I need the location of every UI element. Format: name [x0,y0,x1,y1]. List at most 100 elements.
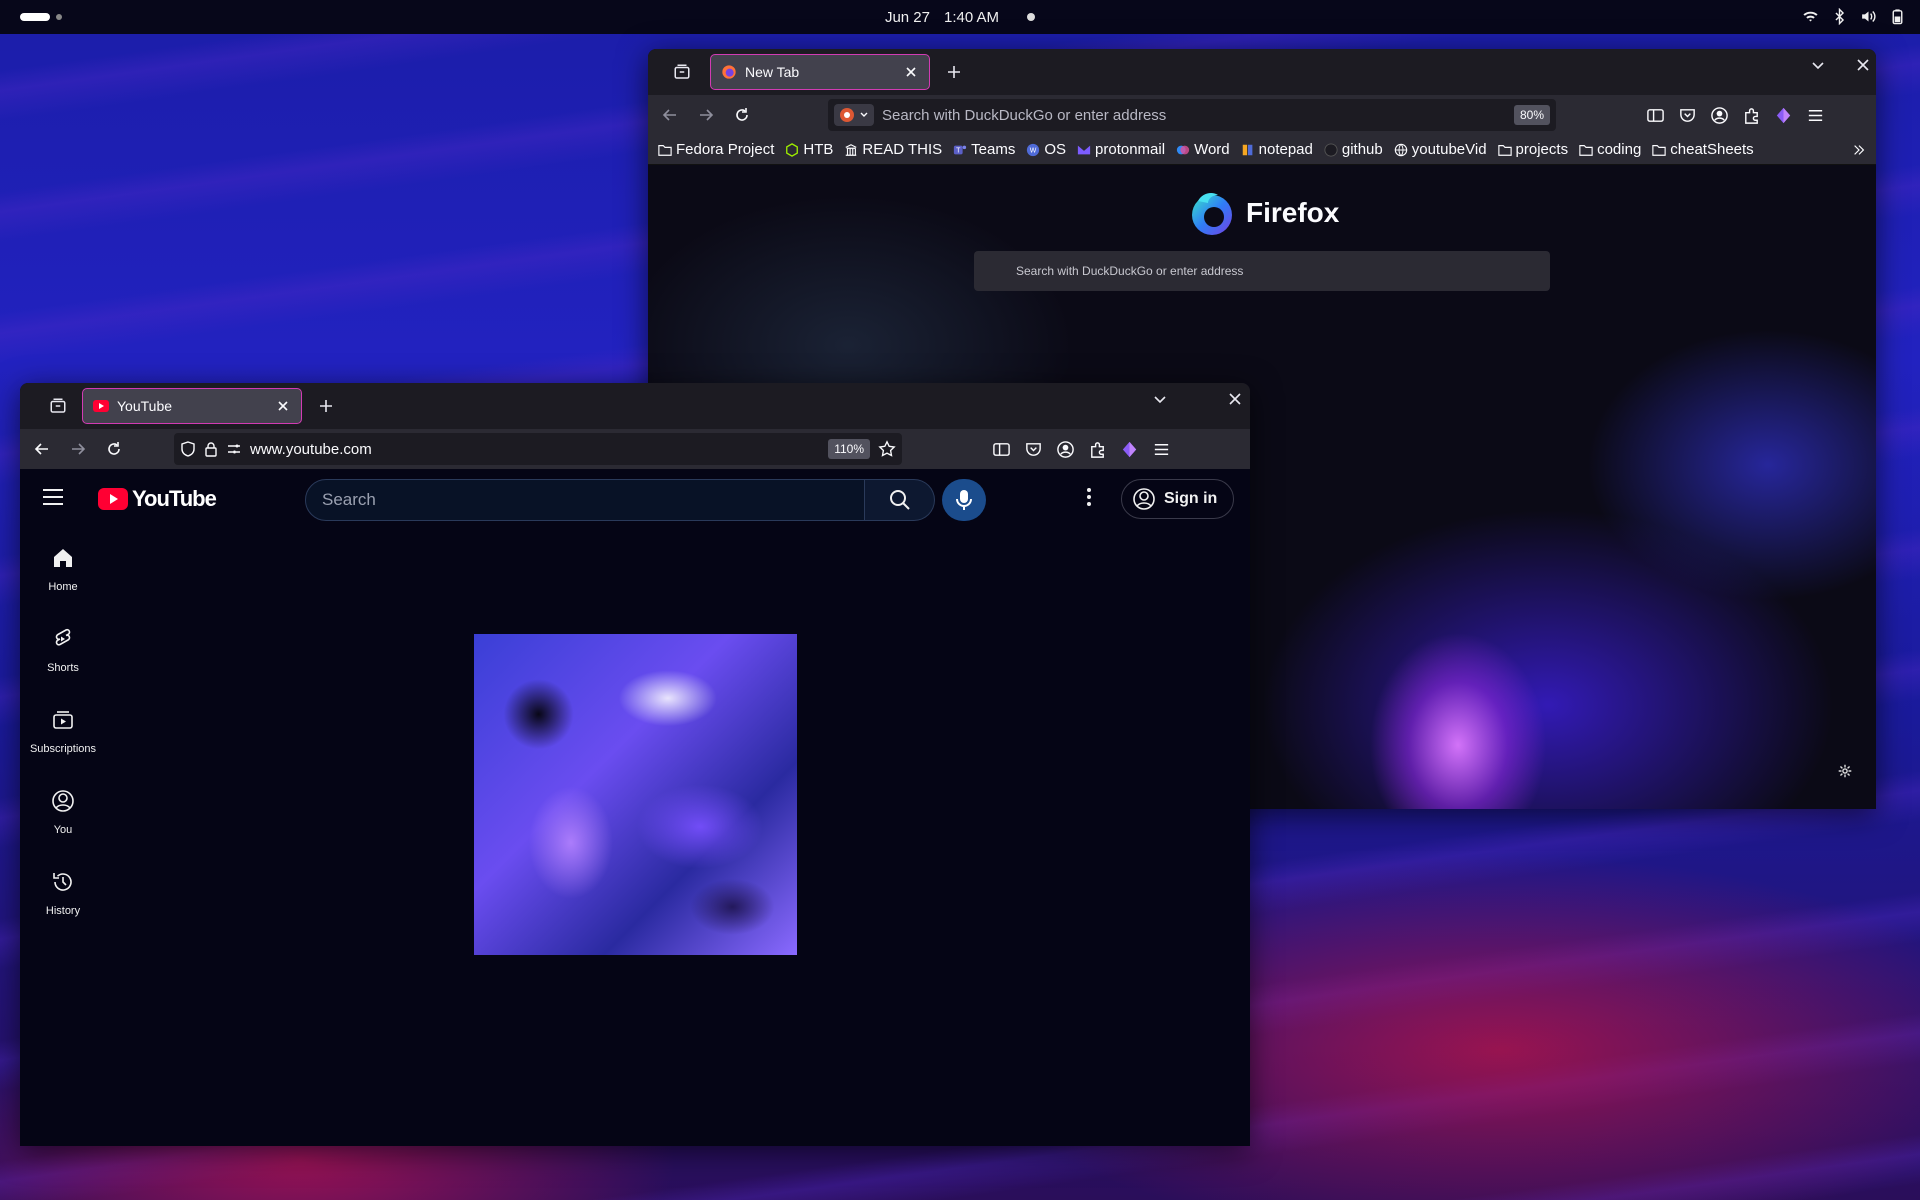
copilot-icon [1176,143,1190,157]
proton-extension-icon[interactable] [1774,106,1793,125]
bookmark-word[interactable]: Word [1176,141,1230,158]
close-tab-icon[interactable] [903,64,919,80]
bookmark-github[interactable]: github [1324,141,1383,158]
firefox-brand: Firefox [1188,189,1339,237]
chevron-down-icon [860,112,868,117]
new-tab-button[interactable] [310,390,342,422]
bookmark-read-this[interactable]: READ THIS [844,141,942,158]
close-tab-icon[interactable] [275,398,291,414]
workspace-indicator[interactable] [20,13,62,21]
system-tray[interactable] [1802,8,1906,25]
pocket-icon[interactable] [1678,106,1697,125]
bookmarks-overflow-chevron-icon[interactable] [1852,143,1866,157]
youtube-search-placeholder: Search [322,490,376,509]
account-icon[interactable] [1710,106,1729,125]
bookmarks-toolbar: Fedora Project HTB READ THIS T Teams W OS proto… [648,135,1876,165]
bookmark-coding[interactable]: coding [1579,141,1641,158]
sidebar-item-home[interactable]: Home [20,529,106,610]
tab-youtube[interactable]: YouTube [82,388,302,424]
voice-search-button[interactable] [942,479,986,521]
forward-button[interactable] [62,433,94,465]
tracking-protection-shield-icon[interactable] [180,441,196,457]
github-icon [1324,142,1338,157]
hamburger-menu-icon[interactable] [1806,106,1825,125]
bookmark-os[interactable]: W OS [1026,141,1066,158]
bookmark-teams[interactable]: T Teams [953,141,1015,158]
wordpress-icon: W [1026,143,1040,157]
sidebar-item-label: You [53,824,73,836]
newtab-settings-button[interactable] [1838,764,1852,783]
newtab-search-box[interactable]: Search with DuckDuckGo or enter address [974,251,1550,291]
more-vertical-icon [1087,488,1091,506]
zoom-reset-button[interactable]: 80% [1513,105,1550,125]
bookmark-cheatsheets[interactable]: cheatSheets [1652,141,1754,158]
bookmark-label: youtubeVid [1411,141,1487,158]
sidebar-item-shorts[interactable]: Shorts [20,610,106,691]
sidebar-item-history[interactable]: History [20,853,106,934]
pocket-icon[interactable] [1024,440,1043,459]
permissions-icon[interactable] [226,441,242,457]
chevron-down-icon [1154,396,1166,404]
sidebar-item-subscriptions[interactable]: Subscriptions [20,691,106,772]
firefox-wordmark: Firefox [1246,197,1340,228]
battery-icon [1892,9,1903,25]
bookmark-fedora-project[interactable]: Fedora Project [658,141,774,158]
tab-title: YouTube [117,398,173,414]
search-engine-button[interactable] [834,104,874,126]
newtab-search-placeholder: Search with DuckDuckGo or enter address [1016,264,1244,278]
account-icon[interactable] [1056,440,1075,459]
reload-button[interactable] [726,99,758,131]
back-button[interactable] [654,99,686,131]
tab-strip: YouTube [20,383,1250,429]
sign-in-button[interactable]: Sign in [1121,479,1235,519]
folder-icon [1579,143,1593,157]
tab-title: New Tab [745,64,800,80]
new-tab-button[interactable] [938,56,970,88]
bookmark-youtubevid[interactable]: youtubeVid [1394,141,1487,158]
address-bar[interactable]: www.youtube.com 110% [174,433,902,465]
bookmark-star-icon[interactable] [878,440,896,458]
bookmark-projects[interactable]: projects [1497,141,1568,158]
sidebar-item-label: Shorts [47,662,79,674]
youtube-logo-icon [98,488,128,510]
hamburger-menu-icon[interactable] [1152,440,1171,459]
firefox-view-button[interactable] [38,391,78,421]
window-close-button[interactable] [1856,58,1870,72]
youtube-search-button[interactable] [865,479,935,521]
window-close-button[interactable] [1228,392,1242,406]
list-all-tabs-button[interactable] [1152,391,1168,407]
teams-icon: T [953,143,967,157]
tab-new-tab[interactable]: New Tab [710,54,930,90]
forward-button[interactable] [690,99,722,131]
volume-icon [1862,11,1876,22]
zoom-reset-button[interactable]: 110% [828,439,870,459]
back-button[interactable] [26,433,58,465]
sidebar-item-you[interactable]: You [20,772,106,853]
reload-button[interactable] [98,433,130,465]
extensions-icon[interactable] [1742,106,1761,125]
workspace-dot[interactable] [56,14,62,20]
guide-menu-button[interactable] [42,487,64,512]
address-bar[interactable]: Search with DuckDuckGo or enter address … [828,99,1556,131]
bookmark-htb[interactable]: HTB [785,141,833,158]
bookmark-label: github [1341,141,1383,158]
firefox-favicon-icon [721,64,737,80]
settings-more-button[interactable] [1086,487,1092,512]
proton-extension-icon[interactable] [1120,440,1139,459]
list-all-tabs-button[interactable] [1810,57,1826,73]
lock-icon[interactable] [204,441,218,457]
youtube-logo-link[interactable]: YouTube [98,486,217,512]
youtube-search-input[interactable]: Search [305,479,865,521]
clock-button[interactable]: Jun 27 1:40 AM [885,9,1036,26]
extensions-icon[interactable] [1088,440,1107,459]
bookmark-protonmail[interactable]: protonmail [1077,141,1165,158]
sidebar-item-label: History [45,905,81,917]
sidebar-icon[interactable] [992,440,1011,459]
reload-icon [736,108,748,121]
active-workspace-pill[interactable] [20,13,50,21]
notepad-icon [1241,143,1255,157]
firefox-view-button[interactable] [662,57,702,87]
bookmark-notepad[interactable]: notepad [1241,141,1313,158]
sidebar-icon[interactable] [1646,106,1665,125]
wifi-icon [1803,11,1818,22]
